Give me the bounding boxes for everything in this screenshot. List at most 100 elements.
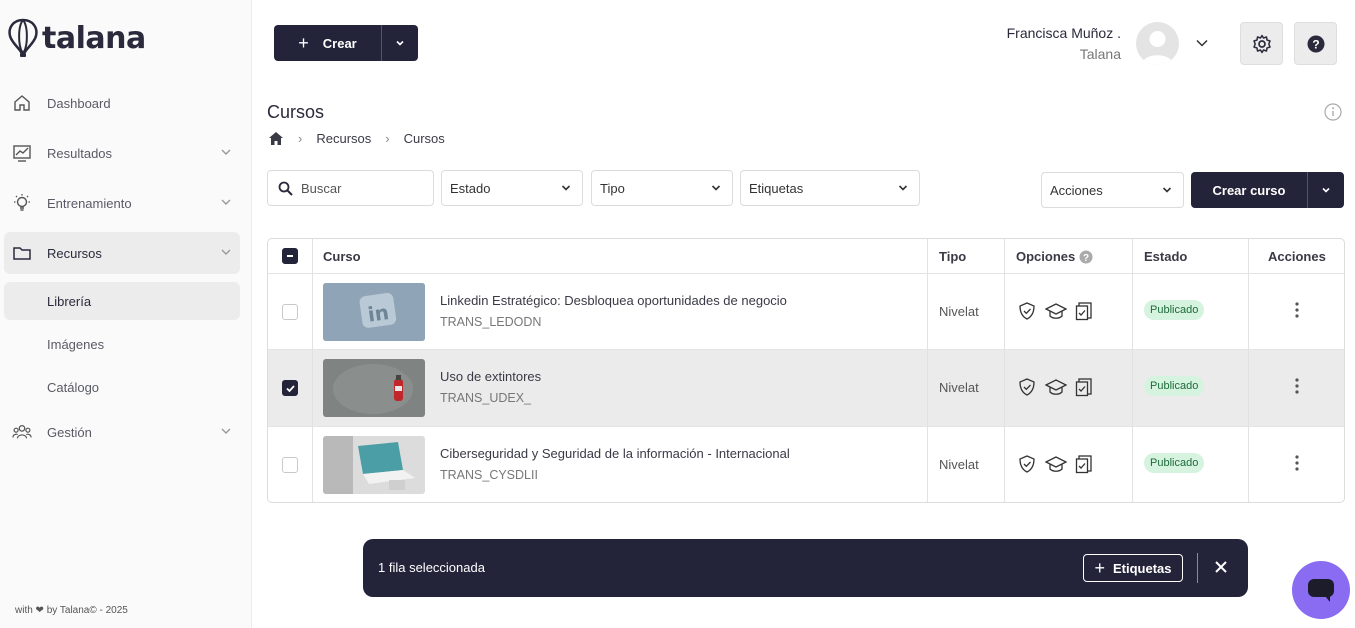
table-row[interactable]: in Linkedin Estratégico: Desbloquea opor… <box>268 274 1344 350</box>
clipboard-check-icon[interactable] <box>1075 301 1093 321</box>
column-divider <box>312 239 313 502</box>
user-silhouette-icon <box>1142 31 1173 65</box>
status-badge: Publicado <box>1144 453 1205 473</box>
svg-text:?: ? <box>1312 37 1319 51</box>
search-box <box>267 170 434 206</box>
svg-text:in: in <box>366 300 390 327</box>
create-course-dropdown-button[interactable] <box>1308 172 1344 208</box>
selection-count: 1 fila seleccionada <box>378 560 485 575</box>
minus-icon <box>287 255 293 257</box>
question-circle-icon: ? <box>1307 35 1324 52</box>
chevron-down-icon <box>711 185 721 191</box>
add-tags-button[interactable]: + Etiquetas <box>1083 554 1183 582</box>
breadcrumb-separator-icon: › <box>298 130 303 146</box>
lightbulb-icon <box>12 193 32 213</box>
settings-button[interactable] <box>1240 22 1283 65</box>
sidebar-item-label: Resultados <box>47 145 113 161</box>
course-name[interactable]: Ciberseguridad y Seguridad de la informa… <box>440 446 790 461</box>
info-icon[interactable] <box>1324 103 1342 121</box>
course-options <box>1017 301 1101 321</box>
course-code: TRANS_CYSDLII <box>440 468 538 482</box>
close-icon[interactable] <box>1213 559 1229 575</box>
shield-check-icon[interactable] <box>1017 454 1037 474</box>
plus-icon: + <box>1094 558 1105 578</box>
folder-icon <box>12 243 32 263</box>
fire-extinguisher-icon <box>323 359 425 417</box>
acciones-select[interactable]: Acciones <box>1041 172 1184 208</box>
graduation-cap-icon[interactable] <box>1045 454 1067 474</box>
add-tags-label: Etiquetas <box>1113 560 1172 576</box>
help-icon[interactable]: ? <box>1079 250 1093 264</box>
sidebar-subitem-libreria[interactable]: Librería <box>4 282 240 320</box>
user-menu-chevron-icon[interactable] <box>1195 36 1209 50</box>
graduation-cap-icon[interactable] <box>1045 301 1067 321</box>
clipboard-check-icon[interactable] <box>1075 454 1093 474</box>
table-row[interactable]: Ciberseguridad y Seguridad de la informa… <box>268 427 1344 502</box>
chevron-down-icon <box>221 149 231 155</box>
course-thumbnail <box>323 359 425 417</box>
home-icon[interactable] <box>268 130 284 146</box>
breadcrumb-recursos[interactable]: Recursos <box>316 131 371 146</box>
shield-check-icon[interactable] <box>1017 301 1037 321</box>
check-icon <box>285 384 295 392</box>
course-type: Nivelat <box>939 457 979 472</box>
avatar[interactable] <box>1136 22 1179 65</box>
row-checkbox[interactable] <box>282 457 298 473</box>
sidebar-nav: Dashboard Resultados Entrenamiento Recur… <box>4 82 240 461</box>
chevron-down-icon <box>898 185 908 191</box>
sidebar-item-recursos[interactable]: Recursos <box>4 232 240 274</box>
column-header-estado[interactable]: Estado <box>1144 249 1187 264</box>
sidebar-subitem-catalogo[interactable]: Catálogo <box>4 368 240 406</box>
kebab-menu-icon[interactable] <box>1289 300 1305 320</box>
page-title: Cursos <box>267 102 325 122</box>
row-checkbox[interactable] <box>282 304 298 320</box>
column-header-acciones: Acciones <box>1268 249 1326 264</box>
kebab-menu-icon[interactable] <box>1289 376 1305 396</box>
tipo-select[interactable]: Tipo <box>591 170 733 206</box>
course-name[interactable]: Uso de extintores <box>440 369 541 384</box>
help-button[interactable]: ? <box>1294 22 1337 65</box>
shield-check-icon[interactable] <box>1017 377 1037 397</box>
sidebar-item-label: Gestión <box>47 424 92 440</box>
course-options <box>1017 377 1101 397</box>
course-name[interactable]: Linkedin Estratégico: Desbloquea oportun… <box>440 293 787 308</box>
chat-bubble-icon <box>1308 579 1334 602</box>
opciones-label: Opciones <box>1016 249 1076 264</box>
create-button[interactable]: + Crear <box>274 25 382 61</box>
sidebar-item-label: Entrenamiento <box>47 195 132 211</box>
sidebar-item-entrenamiento[interactable]: Entrenamiento <box>4 182 240 224</box>
course-thumbnail <box>323 436 425 494</box>
divider <box>1197 553 1198 583</box>
sidebar-subitem-imagenes[interactable]: Imágenes <box>4 325 240 363</box>
kebab-menu-icon[interactable] <box>1289 453 1305 473</box>
sidebar-item-resultados[interactable]: Resultados <box>4 132 240 174</box>
clipboard-check-icon[interactable] <box>1075 377 1093 397</box>
create-dropdown-button[interactable] <box>382 25 418 61</box>
table-row[interactable]: Uso de extintores TRANS_UDEX_ Nivelat Pu… <box>268 350 1344 427</box>
select-all-checkbox[interactable] <box>282 248 298 264</box>
create-course-button[interactable]: Crear curso <box>1191 172 1308 208</box>
breadcrumb-separator-icon: › <box>385 130 390 146</box>
balloon-logo-icon <box>8 18 38 57</box>
column-header-opciones[interactable]: Opciones ? <box>1016 249 1093 264</box>
etiquetas-select[interactable]: Etiquetas <box>740 170 920 206</box>
search-input[interactable] <box>301 180 421 196</box>
chevron-down-icon <box>1322 187 1330 193</box>
column-header-tipo[interactable]: Tipo <box>939 249 966 264</box>
column-header-curso[interactable]: Curso <box>323 249 361 264</box>
selection-bar: 1 fila seleccionada + Etiquetas <box>363 539 1248 597</box>
courses-table: Curso Tipo Opciones ? Estado Acciones in… <box>267 238 1345 503</box>
graduation-cap-icon[interactable] <box>1045 377 1067 397</box>
search-icon <box>278 181 293 196</box>
row-checkbox[interactable] <box>282 380 298 396</box>
sidebar-item-dashboard[interactable]: Dashboard <box>4 82 240 124</box>
user-company: Talana <box>1079 46 1121 62</box>
breadcrumb: › Recursos › Cursos <box>268 130 445 146</box>
talana-logo[interactable]: talana <box>6 18 146 58</box>
chat-button[interactable] <box>1292 561 1350 619</box>
user-name: Francisca Muñoz . <box>1006 25 1121 41</box>
sidebar-item-gestion[interactable]: Gestión <box>4 411 240 453</box>
estado-select[interactable]: Estado <box>441 170 583 206</box>
laptop-security-image <box>323 436 425 494</box>
sidebar-footer: with ❤ by Talana© - 2025 <box>15 605 128 616</box>
